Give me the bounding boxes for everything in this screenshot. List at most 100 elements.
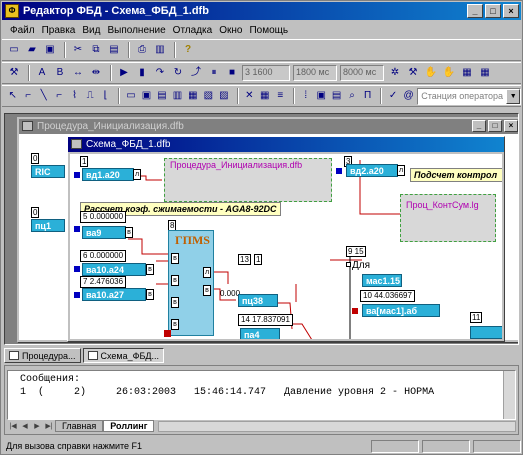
hand-icon[interactable]: ✋ [423,65,439,81]
first-tab-icon[interactable]: |◀ [7,421,19,432]
step-out-icon[interactable]: ⤴ [188,65,204,81]
minimize-button[interactable]: _ [467,4,483,18]
pulse-icon[interactable]: ⎍ [83,88,96,104]
block-vd2-a20[interactable]: вд2.а20 [346,164,398,177]
block-va10-a24[interactable]: ва10.а24 [82,263,146,276]
tab-init-procedure[interactable]: Процедура... [4,348,81,363]
block-va10-a27[interactable]: ва10.а27 [82,288,146,301]
tools-icon[interactable]: ⚒ [6,65,22,81]
dots-icon[interactable]: ⁞ [299,88,312,104]
block7-icon[interactable]: ▨ [217,88,230,104]
save-icon[interactable]: ▣ [42,42,58,58]
prev-tab-icon[interactable]: ◀ [19,421,31,432]
unlink-icon[interactable]: ⇹ [88,65,104,81]
check-icon[interactable]: ✓ [386,88,399,104]
cross-icon[interactable]: ✕ [243,88,256,104]
messages-vscroll[interactable] [503,371,515,419]
break-icon[interactable]: ⏸ [206,65,222,81]
block-pa4[interactable]: па4 [240,328,280,339]
hammer-icon[interactable]: ⚒ [405,65,421,81]
grid-icon[interactable]: ▦ [459,65,475,81]
print-icon[interactable]: ⎙ [134,42,150,58]
open-file-icon[interactable]: ▰ [24,42,40,58]
timeout-field[interactable]: 8000 мс [340,65,384,81]
period-field[interactable]: 1800 мс [293,65,337,81]
preview-icon[interactable]: ▥ [152,42,168,58]
messages-hscroll[interactable] [158,420,516,432]
menu-file[interactable]: Файл [10,25,35,36]
tab-rolling[interactable]: Роллинг [103,420,155,432]
run-icon[interactable]: ▶ [116,65,132,81]
win1-maximize-button[interactable]: □ [488,120,502,132]
pi-icon[interactable]: Π [361,88,374,104]
gpms-out2: в [203,285,211,296]
note-checksum[interactable]: Подсчет контрол [410,168,502,182]
next-tab-icon[interactable]: ▶ [31,421,43,432]
wave-icon[interactable]: ⌇ [68,88,81,104]
link-icon[interactable]: ↔ [70,65,86,81]
grid2-icon[interactable]: ▦ [477,65,493,81]
block3-icon[interactable]: ▤ [155,88,168,104]
block5-icon[interactable]: ▦ [186,88,199,104]
copy-icon[interactable]: ⧉ [88,42,104,58]
step-over-icon[interactable]: ↻ [170,65,186,81]
step-icon[interactable]: ▮ [134,65,150,81]
menu-window[interactable]: Окно [219,25,242,36]
step-line-icon[interactable]: ⌐ [52,88,65,104]
menu-run[interactable]: Выполнение [107,25,165,36]
shape-icon[interactable]: ⌐ [21,88,34,104]
compile-b-icon[interactable]: B [52,65,68,81]
table-icon[interactable]: ▦ [258,88,271,104]
hand2-icon[interactable]: ✋ [441,65,457,81]
at-icon[interactable]: @ [402,88,415,104]
cycle-field[interactable]: 3 1600 [242,65,290,81]
block6-icon[interactable]: ▧ [202,88,215,104]
station-select[interactable]: Станция оператора ▼ [417,87,522,105]
block11[interactable] [470,326,502,339]
block-mas1-15[interactable]: мас1.15 [362,274,402,287]
compile-a-icon[interactable]: A [34,65,50,81]
menu-help[interactable]: Помощь [249,25,288,36]
stop-icon[interactable]: ■ [224,65,240,81]
last-tab-icon[interactable]: ▶| [43,421,55,432]
help-icon[interactable]: ? [180,42,196,58]
paste-icon[interactable]: ▤ [106,42,122,58]
left-block-ric[interactable]: RIC [31,165,65,178]
win1-close-button[interactable]: × [504,120,518,132]
block-vd1-a20[interactable]: вд1.а20 [82,168,134,181]
block-gpms[interactable]: ГПМS в в в в л в [168,230,214,336]
tab-fbd-scheme[interactable]: Схема_ФБД... [82,348,164,363]
input5-pin [74,226,80,232]
cut-icon[interactable]: ✂ [70,42,86,58]
step-into-icon[interactable]: ↷ [152,65,168,81]
list-icon[interactable]: ≡ [274,88,287,104]
block-pc38[interactable]: пц38 [238,294,278,307]
win1-minimize-button[interactable]: _ [472,120,486,132]
menu-view[interactable]: Вид [82,25,100,36]
new-file-icon[interactable]: ▭ [6,42,22,58]
messages-list[interactable]: Сообщения: 1 ( 2) 26:03:2003 15:46:14.74… [7,370,516,420]
maximize-button[interactable]: □ [485,4,501,18]
panel-icon[interactable]: ▣ [314,88,327,104]
tab-main[interactable]: Главная [55,420,104,432]
block2-icon[interactable]: ▣ [140,88,153,104]
panel2-icon[interactable]: ▤ [330,88,343,104]
block4-icon[interactable]: ▥ [171,88,184,104]
pointer-icon[interactable]: ↖ [6,88,19,104]
menu-edit[interactable]: Правка [42,25,76,36]
block-va9[interactable]: ва9 [82,226,126,239]
loop-label[interactable]: Для [352,260,370,271]
line-icon[interactable]: ╲ [37,88,50,104]
debug-icon[interactable]: ✲ [387,65,403,81]
chevron-down-icon[interactable]: ▼ [506,88,521,104]
block-va-mas1-ab[interactable]: ва[мас1].аб [362,304,440,317]
left-block-pc1[interactable]: пц1 [31,219,65,232]
close-button[interactable]: × [503,4,519,18]
diagram-canvas[interactable]: 1 вд1.а20 л Процедура_Инициализация.dfb … [70,154,502,339]
step-down-icon[interactable]: ⌊ [99,88,112,104]
block-icon[interactable]: ▭ [124,88,137,104]
search-icon[interactable]: ⌕ [345,88,358,104]
message-row[interactable]: 1 ( 2) 26:03:2003 15:46:14.747 Давление … [20,387,503,400]
menu-debug[interactable]: Отладка [173,25,213,36]
window-fbd-scheme[interactable]: Схема_ФБД_1.dfb 1 вд1.а20 л Процедура_Ин… [67,136,505,342]
